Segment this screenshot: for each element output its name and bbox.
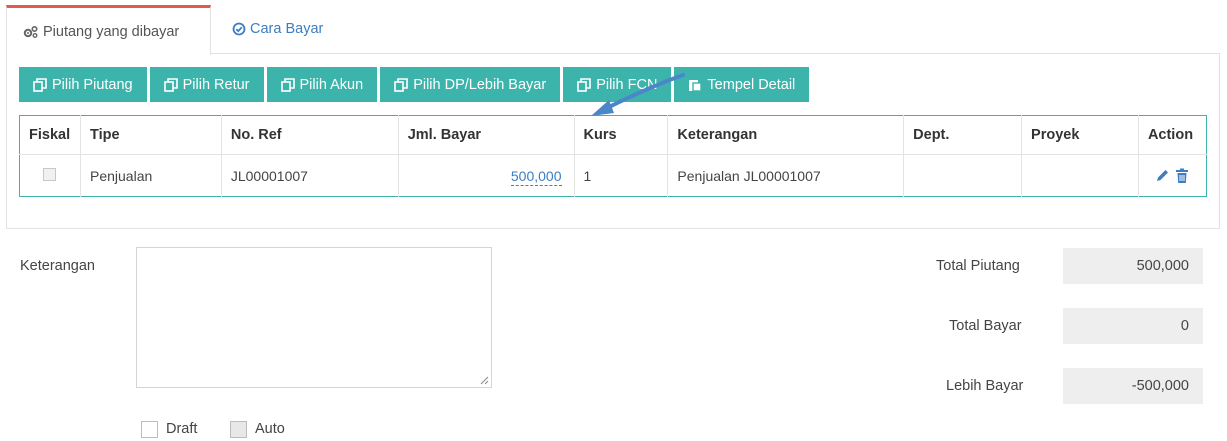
draft-checkbox[interactable] [141,421,158,438]
resize-handle-icon[interactable] [479,375,489,385]
copy-icon [33,77,47,92]
edit-pencil-icon[interactable] [1155,168,1170,183]
keterangan-textarea[interactable] [136,247,492,388]
jml-bayar-editable[interactable]: 500,000 [510,167,562,186]
column-header-kurs: Kurs [573,115,669,156]
gears-icon [23,25,38,38]
proyek-cell [1021,154,1139,197]
tab-label: Piutang yang dibayar [43,23,180,40]
total-piutang-value: 500,000 [1063,248,1203,284]
keterangan-cell: Penjualan JL00001007 [667,154,905,197]
column-header-fiskal: Fiskal [19,115,81,156]
pilih-akun-button[interactable]: Pilih Akun [266,67,378,102]
auto-checkbox[interactable] [230,421,247,438]
column-header-keterangan: Keterangan [667,115,905,156]
copy-icon [280,77,295,92]
tab-bar: Piutang yang dibayar Cara Bayar [6,5,1220,55]
keterangan-label: Keterangan [20,258,95,274]
column-header-no-ref: No. Ref [220,115,399,156]
tab-label: Cara Bayar [250,21,324,37]
auto-label: Auto [255,421,285,437]
total-bayar-value: 0 [1063,308,1203,344]
dept-cell [903,154,1023,197]
pilih-fcn-button[interactable]: Pilih FCN [563,67,672,102]
kurs-cell: 1 [573,154,669,197]
tab-piutang-yang-dibayar[interactable]: Piutang yang dibayar [6,5,211,55]
total-bayar-label: Total Bayar [949,318,1022,334]
fiskal-checkbox[interactable] [43,167,57,181]
check-circle-icon [232,22,246,36]
column-header-proyek: Proyek [1021,115,1139,156]
detail-table: Fiskal Tipe No. Ref Jml. Bayar Kurs Kete… [19,115,1207,197]
lebih-bayar-value: -500,000 [1063,368,1203,404]
trash-icon[interactable] [1175,168,1189,184]
tipe-cell: Penjualan [79,154,222,197]
total-piutang-label: Total Piutang [936,258,1020,274]
column-header-dept: Dept. [903,115,1023,156]
column-header-jml-bayar: Jml. Bayar [397,115,575,156]
column-header-action: Action [1137,115,1207,156]
jml-bayar-cell: 500,000 [397,154,575,197]
copy-icon [163,77,178,92]
column-header-tipe: Tipe [79,115,222,156]
pilih-piutang-button[interactable]: Pilih Piutang [19,67,147,102]
pilih-retur-button[interactable]: Pilih Retur [149,67,264,102]
copy-icon [394,77,408,92]
pilih-dp-lebih-bayar-button[interactable]: Pilih DP/Lebih Bayar [380,67,561,102]
tab-panel: Pilih Piutang Pilih Retur Pilih Akun Pil… [6,53,1220,229]
copy-icon [577,77,591,92]
lebih-bayar-label: Lebih Bayar [946,378,1024,394]
fiskal-cell [19,154,81,197]
action-cell [1137,154,1207,197]
toolbar: Pilih Piutang Pilih Retur Pilih Akun Pil… [19,67,810,102]
draft-label: Draft [166,421,198,437]
tab-cara-bayar[interactable]: Cara Bayar [232,5,352,53]
paste-icon [689,79,703,92]
no-ref-cell: JL00001007 [220,154,399,197]
table-header-row: Fiskal Tipe No. Ref Jml. Bayar Kurs Kete… [19,115,1207,156]
tempel-detail-button[interactable]: Tempel Detail [674,67,810,102]
table-row: Penjualan JL00001007 500,000 1 Penjualan… [19,154,1207,197]
